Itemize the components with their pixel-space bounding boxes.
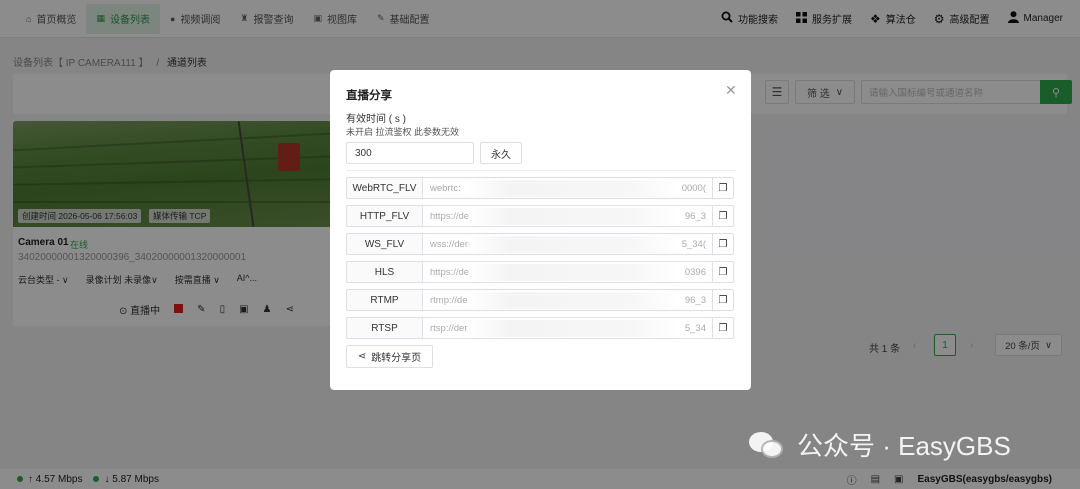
url-prefix: https://de: [430, 210, 470, 222]
url-label: RTSP: [346, 317, 423, 339]
url-row-rtmp: RTMP rtmp://de 96_3 ❐: [346, 289, 734, 311]
url-prefix: rtmp://de: [430, 294, 468, 306]
url-label: HTTP_FLV: [346, 205, 423, 227]
url-tail: 96_3: [684, 210, 706, 222]
url-field[interactable]: wss://den 5_34(: [423, 233, 712, 255]
copy-icon: ❐: [718, 322, 728, 334]
copy-icon: ❐: [718, 210, 728, 222]
live-share-dialog: 直播分享 ✕ 有效时间 ( s ) 未开启 拉流鉴权 此参数无效 300 永久 …: [330, 70, 751, 390]
copy-icon: ❐: [718, 294, 728, 306]
url-label: WS_FLV: [346, 233, 423, 255]
wechat-logo-icon: [749, 430, 785, 460]
close-icon[interactable]: ✕: [725, 82, 737, 99]
forever-button[interactable]: 永久: [480, 142, 522, 164]
url-field[interactable]: https://de 96_3: [423, 205, 712, 227]
url-tail: 5_34: [684, 322, 706, 334]
copy-button[interactable]: ❐: [712, 233, 734, 255]
url-field[interactable]: https://de 0396: [423, 261, 712, 283]
url-tail: 5_34(: [681, 238, 706, 250]
copy-button[interactable]: ❐: [712, 289, 734, 311]
url-row-webrtc-flv: WebRTC_FLV webrtc: 0000( ❐: [346, 177, 734, 199]
url-field[interactable]: webrtc: 0000(: [423, 177, 712, 199]
copy-button[interactable]: ❐: [712, 177, 734, 199]
valid-time-hint: 未开启 拉流鉴权 此参数无效: [346, 127, 460, 137]
url-label: WebRTC_FLV: [346, 177, 423, 199]
url-label: HLS: [346, 261, 423, 283]
url-prefix: wss://den: [430, 238, 471, 250]
valid-time-label: 有效时间 ( s ): [346, 114, 406, 125]
watermark-text: 公众号 · EasyGBS: [797, 431, 1011, 461]
copy-icon: ❐: [718, 238, 728, 250]
duration-input[interactable]: 300: [346, 142, 474, 164]
url-row-http-flv: HTTP_FLV https://de 96_3 ❐: [346, 205, 734, 227]
url-prefix: https://de: [430, 266, 470, 278]
url-prefix: rtsp://der: [430, 322, 468, 334]
copy-icon: ❐: [718, 266, 728, 278]
copy-button[interactable]: ❐: [712, 317, 734, 339]
share-label: 跳转分享页: [371, 353, 422, 364]
copy-button[interactable]: ❐: [712, 205, 734, 227]
goto-share-page-button[interactable]: ⋖ 跳转分享页: [346, 345, 433, 368]
copy-icon: ❐: [718, 182, 728, 194]
url-row-ws-flv: WS_FLV wss://den 5_34( ❐: [346, 233, 734, 255]
divider: [346, 170, 736, 171]
url-prefix: webrtc:: [430, 182, 461, 194]
url-row-rtsp: RTSP rtsp://der 5_34 ❐: [346, 317, 734, 339]
copy-button[interactable]: ❐: [712, 261, 734, 283]
url-field[interactable]: rtmp://de 96_3: [423, 289, 712, 311]
url-field[interactable]: rtsp://der 5_34: [423, 317, 712, 339]
share-icon: ⋖: [357, 351, 367, 362]
url-label: RTMP: [346, 289, 423, 311]
url-tail: 0396: [684, 266, 706, 278]
watermark: 公众号 · EasyGBS: [749, 426, 1011, 463]
dialog-title: 直播分享: [346, 90, 392, 102]
url-tail: 0000(: [681, 182, 706, 194]
url-tail: 96_3: [684, 294, 706, 306]
url-row-hls: HLS https://de 0396 ❐: [346, 261, 734, 283]
